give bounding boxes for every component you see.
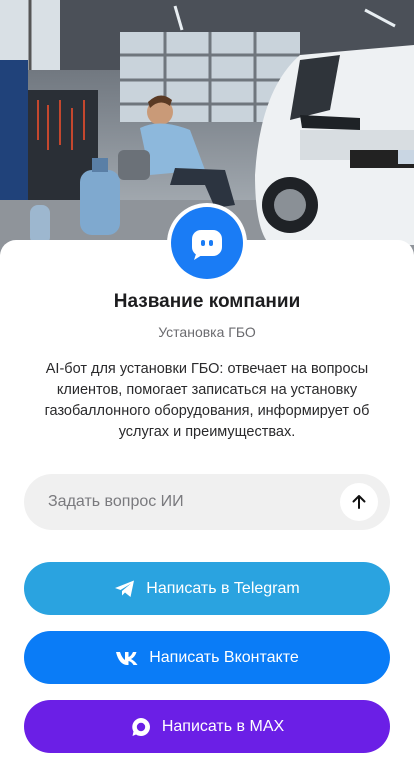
telegram-button[interactable]: Написать в Telegram [24, 562, 390, 615]
max-icon [130, 716, 152, 738]
max-button-label: Написать в MAX [161, 717, 285, 735]
company-description: AI-бот для установки ГБО: отвечает на во… [44, 361, 370, 440]
telegram-icon [114, 579, 136, 599]
vk-button-label: Написать Вконтакте [149, 648, 299, 666]
vk-icon [115, 650, 139, 666]
company-category: Установка ГБО [158, 324, 256, 340]
telegram-button-label: Написать в Telegram [146, 579, 300, 597]
max-button[interactable]: Написать в MAX [24, 700, 390, 753]
ask-ai-field [24, 474, 390, 530]
send-button[interactable] [340, 483, 378, 521]
vk-button[interactable]: Написать Вконтакте [24, 631, 390, 684]
chat-bot-icon [192, 230, 222, 260]
avatar-circle [171, 207, 243, 279]
arrow-up-icon [352, 495, 366, 509]
ask-ai-input[interactable] [48, 493, 328, 511]
company-name: Название компании [113, 291, 301, 312]
avatar [167, 203, 247, 283]
